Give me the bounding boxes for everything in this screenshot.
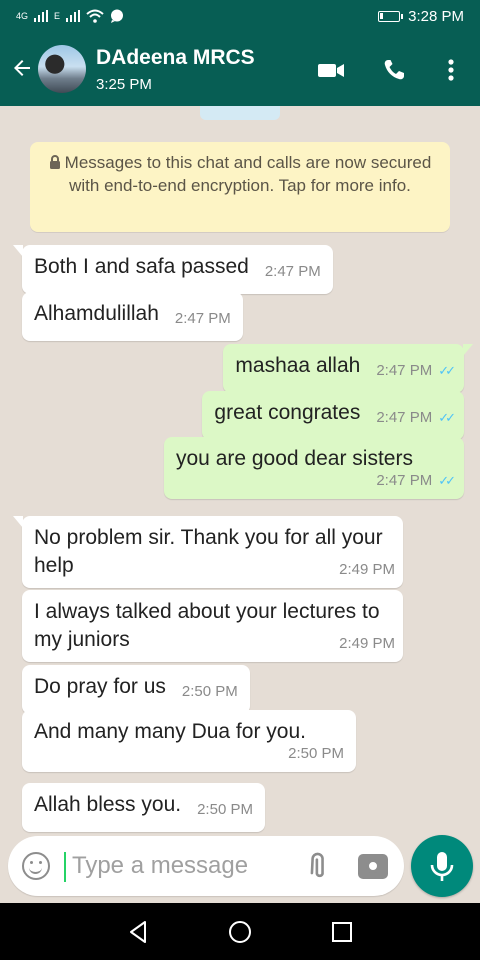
back-arrow-icon[interactable] (8, 56, 36, 84)
message-time: 2:49 PM (339, 561, 395, 578)
message-time: 2:47 PM (376, 362, 433, 379)
message-meta: 2:47 PM ✓✓ (376, 357, 456, 385)
message-bubble[interactable]: I always talked about your lectures to m… (22, 590, 403, 662)
message-text: you are good dear sisters (176, 447, 413, 470)
message-bubble[interactable]: you are good dear sisters 2:47 PM ✓✓ (164, 437, 464, 499)
message-bubble[interactable]: No problem sir. Thank you for all your h… (13, 516, 403, 588)
message-bubble[interactable]: Do pray for us 2:50 PM (22, 665, 250, 714)
video-call-icon[interactable] (316, 56, 346, 84)
chat-bubble-icon (111, 9, 124, 23)
battery-icon (378, 11, 404, 22)
message-text: Both I and safa passed (34, 255, 249, 278)
contact-name[interactable]: DAdeena MRCS (96, 46, 255, 70)
message-time: 2:50 PM (181, 683, 238, 700)
encryption-notice-text: Messages to this chat and calls are now … (64, 153, 432, 195)
mic-button[interactable] (411, 835, 473, 897)
message-text: mashaa allah (235, 354, 361, 377)
message-text: great congrates (214, 401, 361, 424)
navigation-bar (0, 903, 480, 960)
message-text: No problem sir. Thank you for all your h… (34, 526, 383, 577)
nav-back-icon[interactable] (126, 919, 152, 945)
message-bubble[interactable]: Alhamdulillah 2:47 PM (22, 292, 243, 341)
voice-call-icon[interactable] (380, 56, 410, 84)
nav-recents-icon[interactable] (329, 919, 355, 945)
bubble-tail (463, 344, 473, 356)
clock: 3:28 PM (408, 8, 464, 25)
nav-home-icon[interactable] (227, 919, 253, 945)
text-cursor (64, 852, 66, 882)
last-seen: 3:25 PM (96, 76, 152, 93)
message-bubble[interactable]: And many many Dua for you. 2:50 PM (22, 710, 356, 772)
message-time: 2:49 PM (339, 635, 395, 652)
message-text: Allah bless you. (34, 793, 182, 816)
message-bubble[interactable]: great congrates 2:47 PM ✓✓ (202, 391, 464, 440)
contact-avatar[interactable] (38, 45, 86, 93)
message-meta: 2:47 PM ✓✓ (176, 471, 456, 491)
message-bubble[interactable]: mashaa allah 2:47 PM ✓✓ (223, 344, 473, 393)
read-ticks-icon: ✓✓ (438, 410, 456, 425)
message-composer (8, 836, 404, 896)
message-input[interactable] (72, 848, 282, 884)
encryption-notice[interactable]: Messages to this chat and calls are now … (30, 142, 450, 232)
more-options-icon[interactable] (436, 56, 466, 84)
message-time: 2:47 PM (264, 263, 321, 280)
date-chip (200, 106, 280, 120)
message-meta: 2:47 PM ✓✓ (376, 404, 456, 432)
message-time: 2:47 PM (376, 409, 433, 426)
status-left: 4G E (16, 9, 124, 23)
message-time: 2:47 PM (376, 472, 433, 489)
status-bar: 4G E 3:28 PM (0, 0, 480, 34)
battery-fill (380, 13, 384, 19)
chat-area[interactable]: Messages to this chat and calls are now … (0, 106, 480, 836)
attach-icon[interactable] (298, 845, 339, 886)
chat-header: DAdeena MRCS 3:25 PM (0, 34, 480, 106)
emoji-icon[interactable] (22, 852, 50, 880)
network-type-label: 4G (16, 11, 29, 21)
signal-icon-2 (66, 10, 81, 22)
message-time: 2:50 PM (197, 801, 253, 818)
bubble-tail (13, 245, 23, 257)
signal-icon (34, 10, 49, 22)
message-time: 2:50 PM (288, 745, 344, 762)
message-bubble[interactable]: Both I and safa passed 2:47 PM (13, 245, 333, 294)
message-text: I always talked about your lectures to m… (34, 600, 380, 651)
network-type-label-2: E (54, 11, 61, 21)
paperclip-glyph (310, 852, 324, 878)
message-text: Do pray for us (34, 675, 166, 698)
message-bubble[interactable]: Allah bless you. 2:50 PM (22, 783, 265, 832)
message-time: 2:47 PM (174, 310, 231, 327)
back-arrow-glyph (14, 60, 30, 76)
read-ticks-icon: ✓✓ (438, 363, 456, 378)
status-right: 3:28 PM (378, 8, 464, 25)
camera-icon[interactable] (358, 854, 388, 879)
message-text: And many many Dua for you. (34, 720, 306, 743)
wifi-icon (86, 9, 104, 23)
message-text: Alhamdulillah (34, 302, 159, 325)
lock-icon (49, 155, 60, 169)
mic-icon (430, 852, 454, 881)
bubble-tail (13, 516, 23, 528)
read-ticks-icon: ✓✓ (438, 473, 456, 488)
